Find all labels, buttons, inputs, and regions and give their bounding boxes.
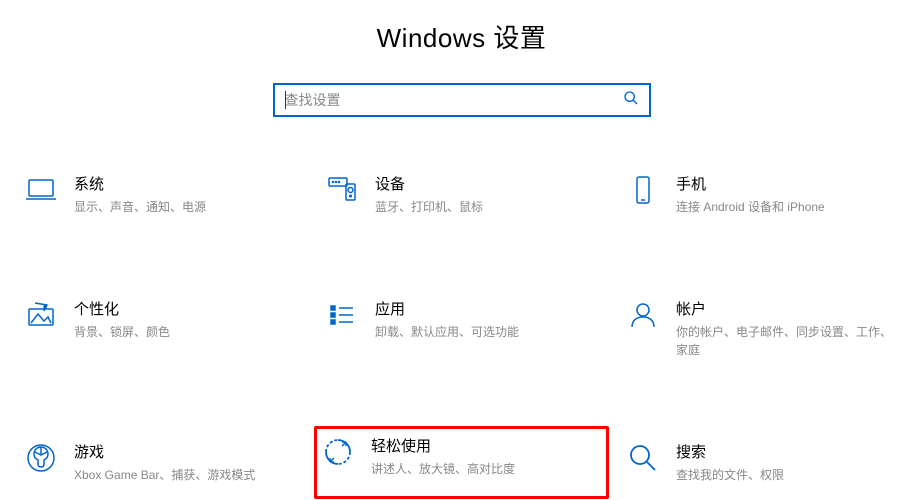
personalization-icon xyxy=(24,298,58,332)
category-gaming[interactable]: 游戏 Xbox Game Bar、捕获、游戏模式 xyxy=(20,435,301,490)
search-input[interactable] xyxy=(285,92,623,108)
category-phone[interactable]: 手机 连接 Android 设备和 iPhone xyxy=(622,167,903,222)
category-search[interactable]: 搜索 查找我的文件、权限 xyxy=(622,435,903,490)
ease-of-access-icon xyxy=(321,435,355,469)
category-desc: 蓝牙、打印机、鼠标 xyxy=(375,198,483,216)
categories-grid: 系统 显示、声音、通知、电源 设备 蓝牙、打印机、鼠标 xyxy=(0,167,923,490)
category-ease-of-access[interactable]: 轻松使用 讲述人、放大镜、高对比度 xyxy=(314,426,609,499)
category-desc: 背景、锁屏、颜色 xyxy=(74,323,170,341)
category-apps[interactable]: 应用 卸载、默认应用、可选功能 xyxy=(321,292,602,365)
category-personalization[interactable]: 个性化 背景、锁屏、颜色 xyxy=(20,292,301,365)
search-category-icon xyxy=(626,441,660,475)
category-text: 搜索 查找我的文件、权限 xyxy=(676,441,784,484)
phone-icon xyxy=(626,173,660,207)
category-desc: 查找我的文件、权限 xyxy=(676,466,784,484)
category-devices[interactable]: 设备 蓝牙、打印机、鼠标 xyxy=(321,167,602,222)
category-title: 轻松使用 xyxy=(371,435,515,456)
category-desc: 讲述人、放大镜、高对比度 xyxy=(371,460,515,478)
category-title: 手机 xyxy=(676,173,825,194)
gaming-icon xyxy=(24,441,58,475)
category-title: 系统 xyxy=(74,173,206,194)
search-box[interactable] xyxy=(273,83,651,117)
category-desc: Xbox Game Bar、捕获、游戏模式 xyxy=(74,466,255,484)
category-title: 应用 xyxy=(375,298,519,319)
devices-icon xyxy=(325,173,359,207)
category-accounts[interactable]: 帐户 你的帐户、电子邮件、同步设置、工作、家庭 xyxy=(622,292,903,365)
category-text: 帐户 你的帐户、电子邮件、同步设置、工作、家庭 xyxy=(676,298,899,359)
category-text: 系统 显示、声音、通知、电源 xyxy=(74,173,206,216)
page-title: Windows 设置 xyxy=(0,18,923,55)
category-desc: 你的帐户、电子邮件、同步设置、工作、家庭 xyxy=(676,323,899,359)
category-text: 轻松使用 讲述人、放大镜、高对比度 xyxy=(371,435,515,478)
category-text: 个性化 背景、锁屏、颜色 xyxy=(74,298,170,341)
category-title: 游戏 xyxy=(74,441,255,462)
apps-icon xyxy=(325,298,359,332)
search-cursor xyxy=(285,91,286,109)
search-container xyxy=(0,83,923,117)
category-title: 设备 xyxy=(375,173,483,194)
category-system[interactable]: 系统 显示、声音、通知、电源 xyxy=(20,167,301,222)
laptop-icon xyxy=(24,173,58,207)
category-title: 帐户 xyxy=(676,298,899,319)
category-title: 搜索 xyxy=(676,441,784,462)
header: Windows 设置 xyxy=(0,0,923,55)
category-desc: 显示、声音、通知、电源 xyxy=(74,198,206,216)
category-text: 手机 连接 Android 设备和 iPhone xyxy=(676,173,825,216)
category-text: 游戏 Xbox Game Bar、捕获、游戏模式 xyxy=(74,441,255,484)
category-title: 个性化 xyxy=(74,298,170,319)
category-desc: 卸载、默认应用、可选功能 xyxy=(375,323,519,341)
search-icon xyxy=(623,90,639,111)
category-text: 设备 蓝牙、打印机、鼠标 xyxy=(375,173,483,216)
accounts-icon xyxy=(626,298,660,332)
category-text: 应用 卸载、默认应用、可选功能 xyxy=(375,298,519,341)
category-desc: 连接 Android 设备和 iPhone xyxy=(676,198,825,216)
